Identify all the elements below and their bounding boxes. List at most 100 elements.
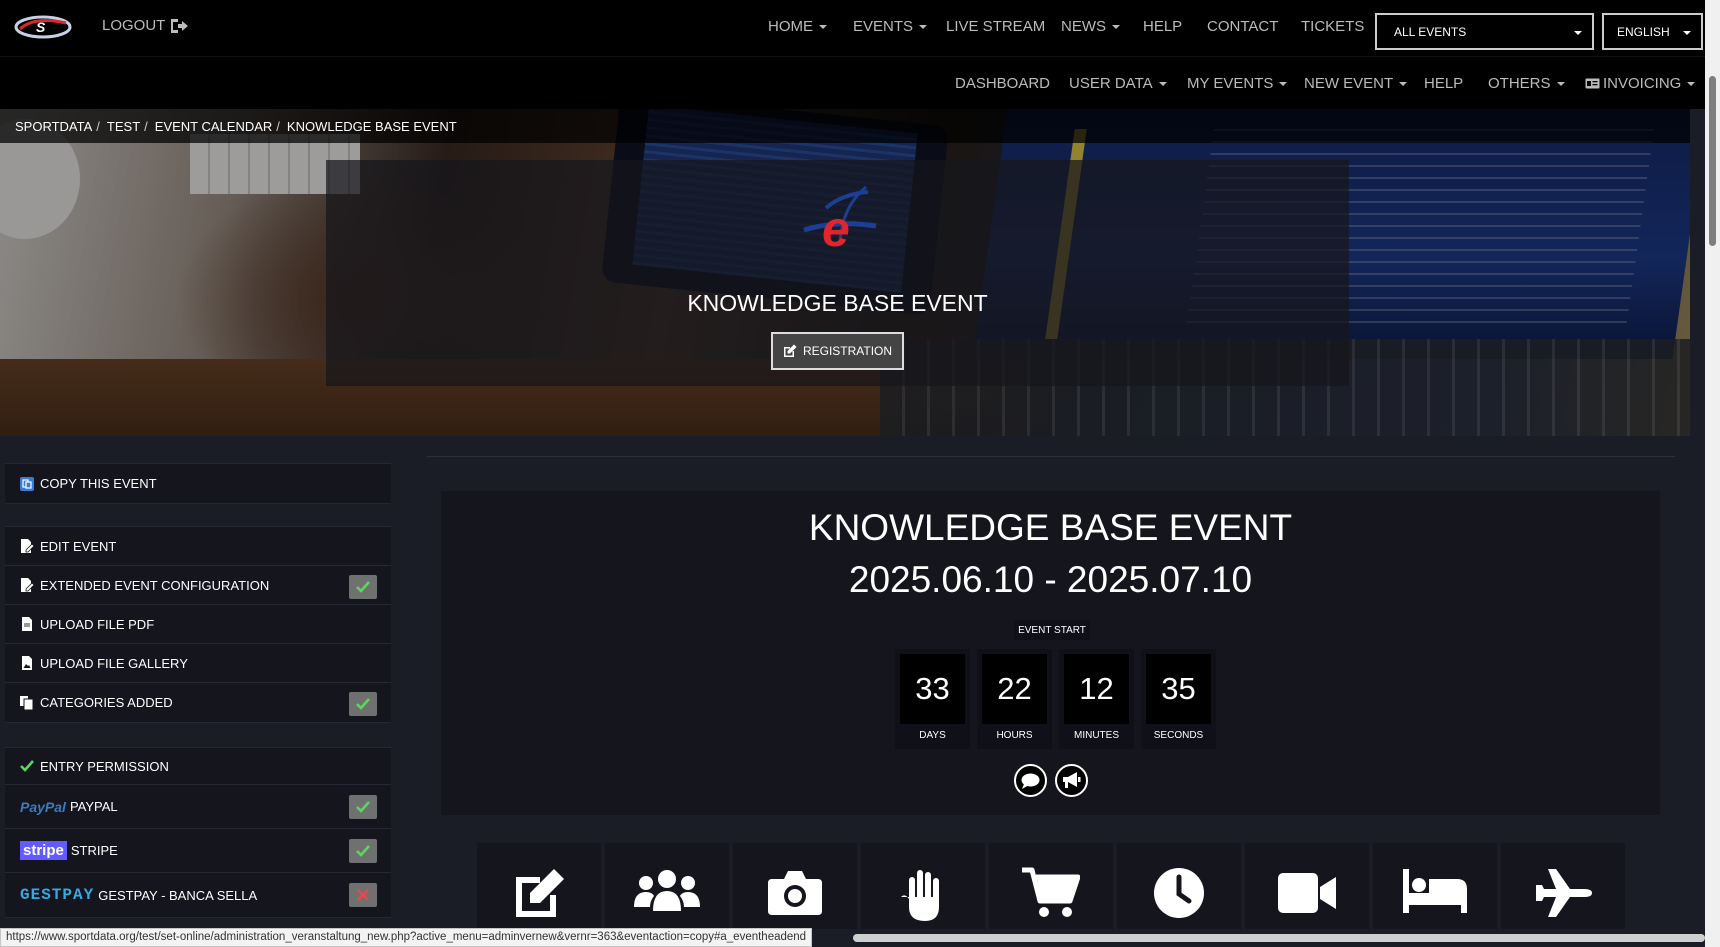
bed-icon bbox=[1403, 869, 1467, 913]
subnav-new-event-label: NEW EVENT bbox=[1304, 75, 1394, 92]
entry-permission-item[interactable]: ENTRY PERMISSION bbox=[5, 748, 391, 785]
breadcrumb-separator: / bbox=[276, 118, 280, 134]
events-filter-select[interactable]: ALL EVENTS bbox=[1375, 13, 1594, 50]
event-admin-sidebar: COPY THIS EVENT EDIT EVENT EXTENDED EVEN… bbox=[0, 436, 396, 947]
tile-schedule[interactable] bbox=[1117, 843, 1241, 929]
stripe-label: STRIPE bbox=[70, 843, 118, 858]
video-icon bbox=[1278, 873, 1336, 913]
nav-contact[interactable]: CONTACT bbox=[1207, 18, 1278, 35]
file-pdf-icon bbox=[22, 617, 32, 631]
nav-tickets[interactable]: TICKETS bbox=[1301, 18, 1364, 35]
vertical-scrollbar-thumb[interactable] bbox=[1709, 76, 1716, 246]
check-icon bbox=[356, 845, 370, 857]
caret-down-icon bbox=[1687, 82, 1696, 87]
copy-event-group: COPY THIS EVENT bbox=[5, 463, 391, 504]
categories-label: CATEGORIES ADDED bbox=[40, 695, 173, 710]
users-icon bbox=[634, 870, 700, 911]
countdown-seconds: 35 SECONDS bbox=[1141, 649, 1216, 749]
comment-icon bbox=[1021, 773, 1040, 789]
countdown-minutes-label: MINUTES bbox=[1074, 730, 1119, 741]
upload-gallery-item[interactable]: UPLOAD FILE GALLERY bbox=[5, 644, 391, 683]
subnav-invoicing[interactable]: INVOICING bbox=[1585, 75, 1696, 92]
logout-label: LOGOUT bbox=[102, 17, 166, 34]
tile-travel[interactable] bbox=[1501, 843, 1625, 929]
copy-event-item[interactable]: COPY THIS EVENT bbox=[5, 464, 391, 503]
countdown-seconds-value: 35 bbox=[1146, 654, 1211, 724]
status-bar-url: https://www.sportdata.org/test/set-onlin… bbox=[0, 928, 813, 947]
caret-down-icon bbox=[1683, 31, 1691, 35]
logout-link[interactable]: LOGOUT bbox=[102, 17, 189, 34]
check-icon bbox=[356, 698, 370, 710]
caret-down-icon bbox=[1574, 31, 1582, 35]
svg-text:S: S bbox=[36, 19, 46, 35]
countdown-days: 33 DAYS bbox=[895, 649, 970, 749]
upload-pdf-label: UPLOAD FILE PDF bbox=[40, 616, 155, 632]
sign-out-icon bbox=[171, 18, 189, 33]
extended-config-item[interactable]: EXTENDED EVENT CONFIGURATION bbox=[5, 566, 391, 605]
plane-icon bbox=[1536, 869, 1592, 917]
categories-item[interactable]: CATEGORIES ADDED bbox=[5, 683, 391, 722]
edit-icon bbox=[516, 869, 564, 917]
paypal-item[interactable]: PayPal PAYPAL bbox=[5, 785, 391, 829]
registration-label: REGISTRATION bbox=[802, 344, 893, 358]
announcement-button[interactable] bbox=[1055, 764, 1088, 797]
countdown-days-label: DAYS bbox=[919, 730, 946, 741]
breadcrumb-sportdata[interactable]: SPORTDATA bbox=[15, 119, 92, 134]
stripe-item[interactable]: stripe STRIPE bbox=[5, 829, 391, 873]
tile-video[interactable] bbox=[1245, 843, 1369, 929]
nav-help[interactable]: HELP bbox=[1143, 18, 1182, 35]
language-select[interactable]: ENGLISH bbox=[1602, 13, 1703, 50]
comment-button[interactable] bbox=[1014, 764, 1047, 797]
subnav-dashboard-label: DASHBOARD bbox=[955, 75, 1051, 92]
subnav-user-data[interactable]: USER DATA bbox=[1069, 75, 1167, 92]
nav-events[interactable]: EVENTS bbox=[853, 18, 928, 35]
tile-photos[interactable] bbox=[733, 843, 857, 929]
upload-pdf-item[interactable]: UPLOAD FILE PDF bbox=[5, 605, 391, 644]
sportdata-logo[interactable]: S bbox=[14, 12, 72, 42]
tile-attendance[interactable] bbox=[861, 843, 985, 929]
event-logo: e bbox=[803, 185, 877, 257]
breadcrumb-test[interactable]: TEST bbox=[107, 119, 140, 134]
nav-news-label: NEWS bbox=[1061, 18, 1106, 35]
file-edit-icon bbox=[21, 578, 34, 592]
breadcrumb-separator: / bbox=[96, 118, 100, 134]
breadcrumb-separator: / bbox=[144, 118, 148, 134]
camera-icon bbox=[768, 871, 822, 915]
nav-live-stream-label: LIVE STREAM bbox=[946, 18, 1046, 35]
nav-events-label: EVENTS bbox=[853, 18, 914, 35]
file-image-icon bbox=[22, 656, 32, 670]
horizontal-scrollbar[interactable] bbox=[853, 934, 1705, 942]
section-divider bbox=[427, 456, 1675, 457]
payment-group: ENTRY PERMISSION PayPal PAYPAL stripe ST… bbox=[5, 747, 391, 918]
copy-icon bbox=[20, 476, 34, 491]
edit-icon bbox=[783, 344, 797, 357]
breadcrumb: SPORTDATA / TEST / EVENT CALENDAR / KNOWLED… bbox=[0, 109, 1690, 143]
status-ok-badge bbox=[349, 692, 377, 716]
check-icon bbox=[20, 760, 34, 772]
tile-participants[interactable] bbox=[605, 843, 729, 929]
registration-button[interactable]: REGISTRATION bbox=[771, 332, 904, 370]
edit-event-item[interactable]: EDIT EVENT bbox=[5, 527, 391, 566]
subnav-new-event[interactable]: NEW EVENT bbox=[1304, 75, 1408, 92]
stripe-logo: stripe bbox=[20, 841, 67, 860]
breadcrumb-event-calendar[interactable]: EVENT CALENDAR bbox=[155, 119, 273, 134]
tile-shop[interactable] bbox=[989, 843, 1113, 929]
cart-icon bbox=[1022, 867, 1080, 917]
nav-contact-label: CONTACT bbox=[1207, 18, 1279, 35]
tile-edit[interactable] bbox=[477, 843, 601, 929]
subnav-my-events[interactable]: MY EVENTS bbox=[1187, 75, 1288, 92]
nav-home[interactable]: HOME bbox=[768, 18, 827, 35]
gestpay-logo: GESTPAY bbox=[20, 886, 95, 904]
nav-live-stream[interactable]: LIVE STREAM bbox=[946, 18, 1045, 35]
nav-help-label: HELP bbox=[1143, 18, 1183, 35]
tile-accommodation[interactable] bbox=[1373, 843, 1497, 929]
paypal-label: PAYPAL bbox=[69, 799, 118, 814]
hand-icon bbox=[901, 870, 939, 921]
nav-news[interactable]: NEWS bbox=[1061, 18, 1120, 35]
subnav-others[interactable]: OTHERS bbox=[1488, 75, 1565, 92]
extended-config-label: EXTENDED EVENT CONFIGURATION bbox=[40, 577, 270, 593]
subnav-dashboard[interactable]: DASHBOARD bbox=[955, 75, 1050, 92]
gestpay-item[interactable]: GESTPAY GESTPAY - BANCA SELLA bbox=[5, 873, 391, 917]
subnav-help[interactable]: HELP bbox=[1424, 75, 1463, 92]
subnav-user-data-label: USER DATA bbox=[1069, 75, 1153, 92]
